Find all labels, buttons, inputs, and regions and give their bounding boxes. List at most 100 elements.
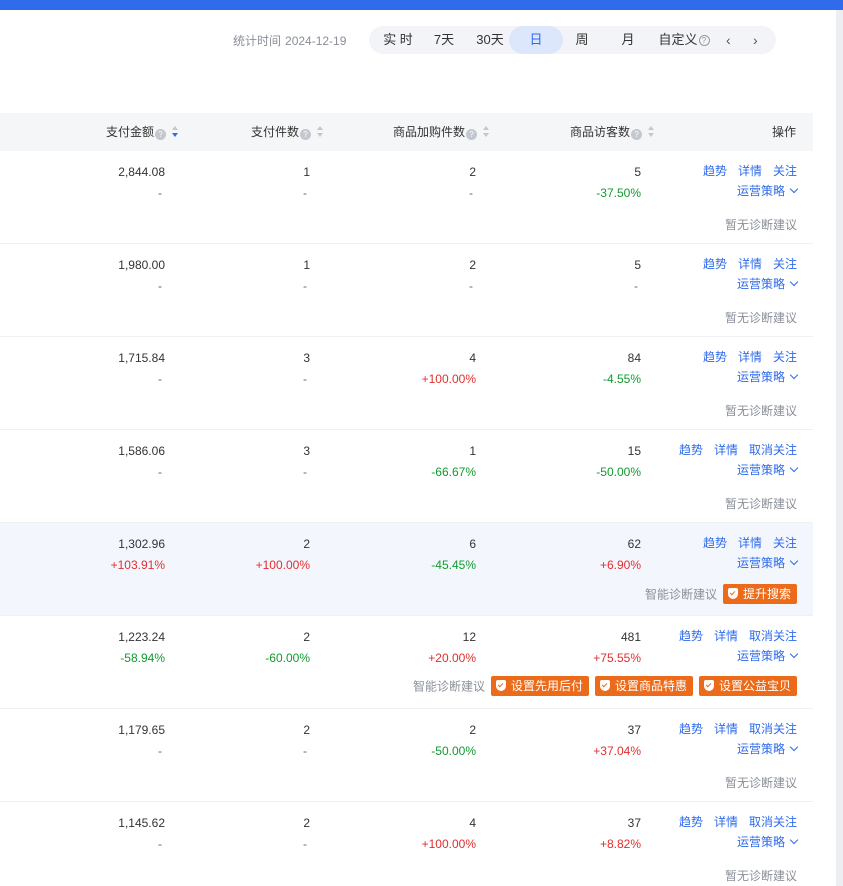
period-month[interactable]: 月 — [611, 26, 645, 54]
pay-count-change: - — [303, 186, 307, 200]
trend-link[interactable]: 趋势 — [679, 443, 703, 457]
help-icon[interactable]: ? — [155, 129, 167, 140]
period-30d[interactable]: 30天 — [469, 26, 511, 54]
trend-link[interactable]: 趋势 — [679, 815, 703, 829]
diagnosis: 智能诊断建议 提升搜索 — [645, 584, 797, 604]
table-row[interactable]: 1,179.65 - 2 - 2 -50.00% 37 +37.04% 趋势 详情 取消关注 运营策略… — [0, 709, 813, 802]
strategy-dropdown[interactable]: 运营策略 — [737, 463, 799, 477]
sort-icon[interactable] — [483, 126, 490, 138]
detail-link[interactable]: 详情 — [738, 164, 762, 178]
visitors-value: 84 — [627, 351, 641, 365]
col-pay-count[interactable]: 支付件数? — [251, 113, 324, 151]
table-row[interactable]: 1,586.06 - 3 - 1 -66.67% 15 -50.00% 趋势 详情 取消关注 运营策略… — [0, 430, 813, 523]
chevron-down-icon — [789, 370, 799, 380]
no-diagnosis-text: 暂无诊断建议 — [724, 404, 797, 418]
table-row[interactable]: 1,223.24 -58.94% 2 -60.00% 12 +20.00% 481 +75.5… — [0, 616, 813, 709]
strategy-dropdown[interactable]: 运营策略 — [737, 277, 799, 291]
cart-count-value: 4 — [469, 351, 476, 365]
trend-link[interactable]: 趋势 — [679, 629, 703, 643]
chevron-down-icon — [789, 556, 799, 566]
strategy-dropdown[interactable]: 运营策略 — [736, 556, 799, 570]
table-row[interactable]: 1,980.00 - 1 - 2 - 5 - 趋势 详情 关注 运营策略 暂无诊断建议 — [0, 244, 813, 337]
col-cart-count[interactable]: 商品加购件数? — [393, 113, 490, 151]
pay-amount-value: 1,715.84 — [118, 351, 165, 365]
diagnosis-action-button[interactable]: 提升搜索 — [722, 584, 797, 604]
pay-count-change: +100.00% — [255, 558, 310, 572]
visitors-change: -4.55% — [602, 372, 641, 386]
trend-link[interactable]: 趋势 — [679, 722, 703, 736]
pay-amount-change: - — [158, 279, 162, 293]
unfollow-link[interactable]: 取消关注 — [749, 815, 797, 829]
trend-link[interactable]: 趋势 — [703, 257, 727, 271]
chevron-left-icon[interactable]: ‹ — [726, 26, 731, 54]
strategy-dropdown[interactable]: 运营策略 — [737, 835, 799, 849]
col-pay-amount-label: 支付金额 — [106, 125, 155, 139]
help-icon[interactable]: ? — [698, 35, 710, 46]
detail-link[interactable]: 详情 — [738, 257, 762, 271]
top-accent-bar — [0, 0, 843, 10]
pay-amount-value: 1,302.96 — [118, 537, 165, 551]
period-week[interactable]: 周 — [565, 26, 599, 54]
follow-link[interactable]: 关注 — [773, 350, 797, 364]
trend-link[interactable]: 趋势 — [703, 164, 727, 178]
period-realtime[interactable]: 实 时 — [375, 26, 421, 54]
diagnosis-action-button[interactable]: 设置公益宝贝 — [698, 676, 797, 696]
strategy-dropdown[interactable]: 运营策略 — [736, 649, 799, 663]
col-pay-amount[interactable]: 支付金额? — [106, 113, 179, 151]
unfollow-link[interactable]: 取消关注 — [749, 722, 797, 736]
sort-desc-icon[interactable] — [172, 126, 179, 138]
visitors-change: +6.90% — [599, 558, 641, 572]
trend-link[interactable]: 趋势 — [703, 350, 727, 364]
chevron-down-icon — [789, 184, 799, 194]
cart-count-value: 1 — [469, 444, 476, 458]
diagnosis: 暂无诊断建议 — [725, 216, 797, 233]
diagnosis: 暂无诊断建议 — [725, 402, 797, 419]
help-icon[interactable]: ? — [466, 129, 478, 140]
detail-link[interactable]: 详情 — [714, 722, 738, 736]
visitors-value: 37 — [627, 816, 641, 830]
sort-icon[interactable] — [317, 126, 324, 138]
pay-count-value: 2 — [303, 723, 310, 737]
help-icon[interactable]: ? — [631, 129, 643, 140]
detail-link[interactable]: 详情 — [738, 536, 762, 550]
table-row[interactable]: 1,302.96 +103.91% 2 +100.00% 6 -45.45% 62 +6.90… — [0, 523, 813, 616]
diagnosis: 暂无诊断建议 — [725, 309, 797, 326]
table-row[interactable]: 1,715.84 - 3 - 4 +100.00% 84 -4.55% 趋势 详情 关注 运营策略 暂无… — [0, 337, 813, 430]
period-custom[interactable]: 自定义? — [655, 26, 713, 54]
visitors-value: 37 — [627, 723, 641, 737]
table-row[interactable]: 2,844.08 - 1 - 2 - 5 -37.50% 趋势 详情 关注 运营策略 暂无诊断建议 — [0, 151, 813, 244]
trend-link[interactable]: 趋势 — [703, 536, 727, 550]
strategy-dropdown[interactable]: 运营策略 — [737, 370, 799, 384]
diagnosis-action-button[interactable]: 设置先用后付 — [490, 676, 589, 696]
strategy-dropdown[interactable]: 运营策略 — [737, 742, 799, 756]
detail-link[interactable]: 详情 — [714, 443, 738, 457]
chevron-right-icon[interactable]: › — [753, 26, 758, 54]
chevron-down-icon — [789, 835, 799, 845]
follow-link[interactable]: 关注 — [773, 164, 797, 178]
col-pay-count-label: 支付件数 — [251, 125, 300, 139]
period-day[interactable]: 日 — [509, 26, 563, 54]
detail-link[interactable]: 详情 — [738, 350, 762, 364]
shield-check-icon — [599, 680, 610, 691]
diagnosis-action-button[interactable]: 设置商品特惠 — [594, 676, 693, 696]
detail-link[interactable]: 详情 — [714, 629, 738, 643]
strategy-label: 运营策略 — [736, 649, 785, 663]
col-visitors[interactable]: 商品访客数? — [570, 113, 655, 151]
detail-link[interactable]: 详情 — [714, 815, 738, 829]
pay-count-value: 2 — [303, 537, 310, 551]
diagnosis-action-label: 提升搜索 — [742, 587, 791, 601]
chevron-down-icon — [789, 463, 799, 473]
sort-icon[interactable] — [648, 126, 655, 138]
table-row[interactable]: 1,145.62 - 2 - 4 +100.00% 37 +8.82% 趋势 详情 取消关注 运营策略… — [0, 802, 813, 886]
follow-link[interactable]: 关注 — [773, 536, 797, 550]
follow-link[interactable]: 关注 — [773, 257, 797, 271]
unfollow-link[interactable]: 取消关注 — [749, 629, 797, 643]
row-actions: 趋势 详情 关注运营策略 — [703, 348, 799, 385]
unfollow-link[interactable]: 取消关注 — [749, 443, 797, 457]
diagnosis: 暂无诊断建议 — [725, 495, 797, 512]
strategy-dropdown[interactable]: 运营策略 — [737, 184, 799, 198]
strategy-label: 运营策略 — [736, 556, 785, 570]
cart-count-value: 12 — [462, 630, 476, 644]
help-icon[interactable]: ? — [300, 129, 312, 140]
period-7d[interactable]: 7天 — [425, 26, 463, 54]
